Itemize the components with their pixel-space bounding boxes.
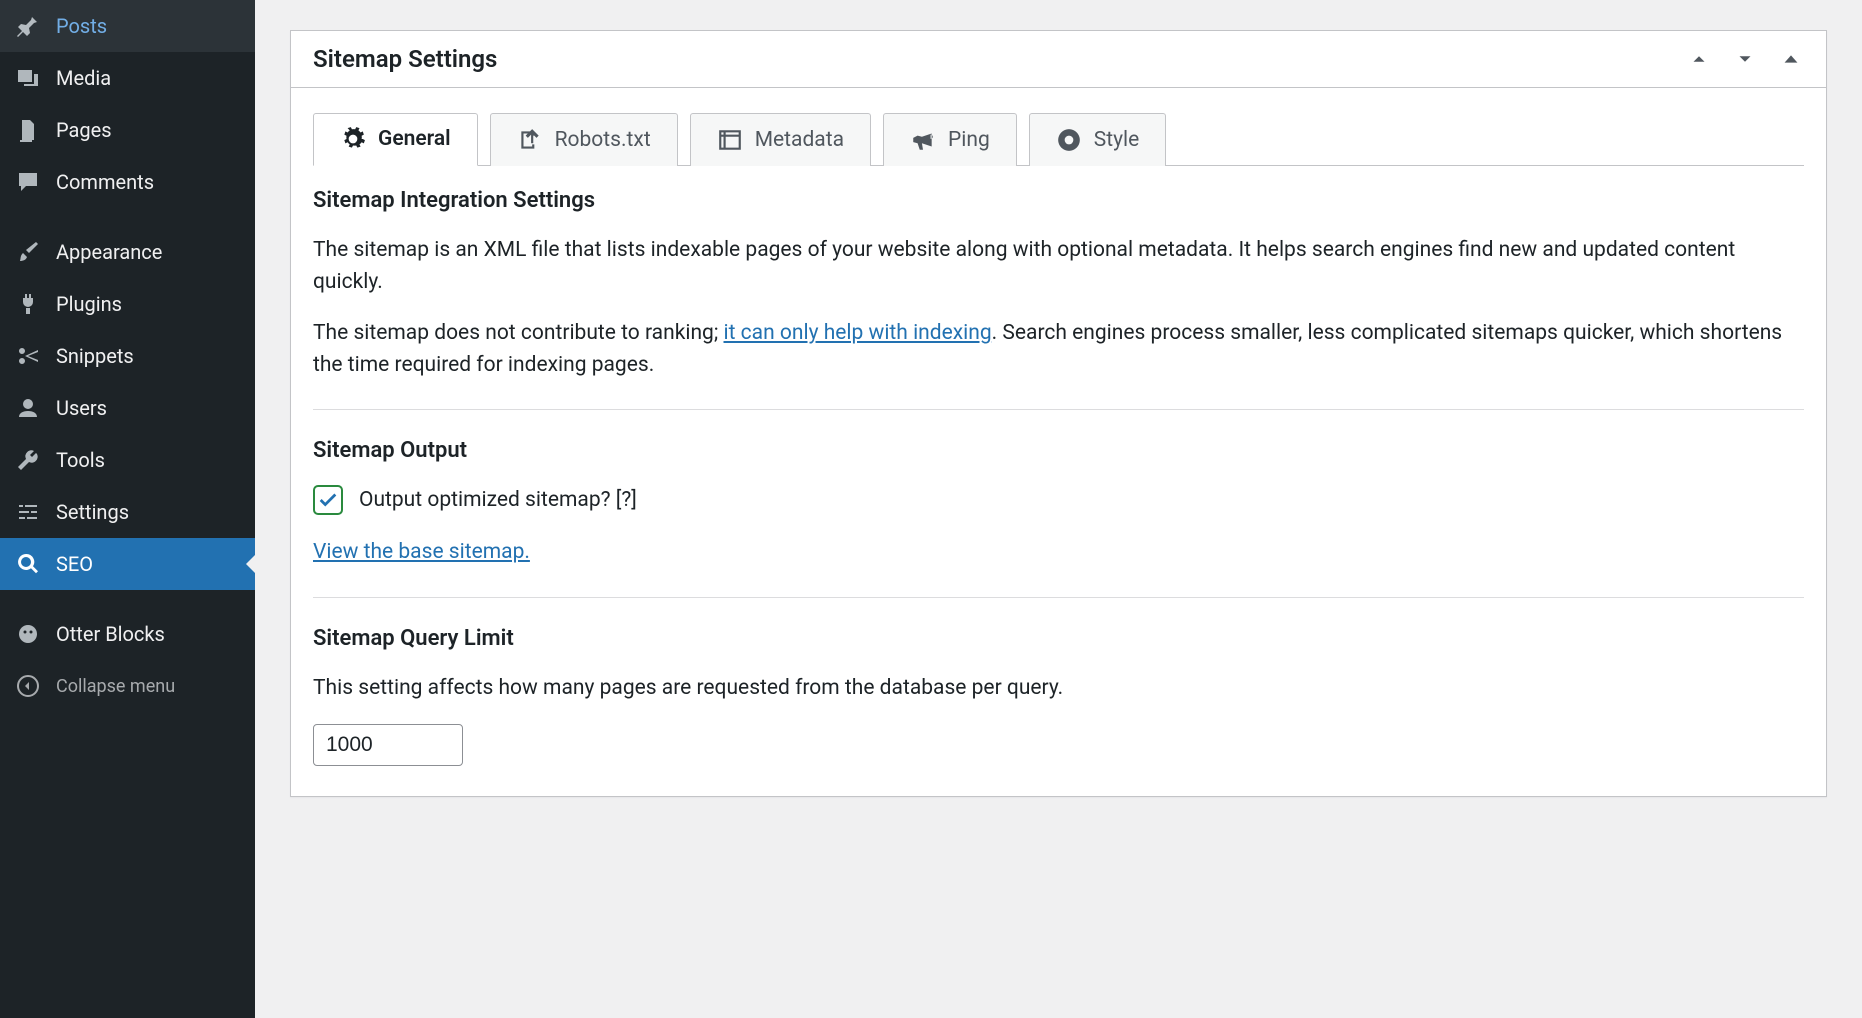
view-sitemap-link[interactable]: View the base sitemap. — [313, 540, 530, 564]
sitemap-settings-panel: Sitemap Settings General Robots.t — [290, 30, 1827, 797]
otter-icon — [14, 620, 42, 648]
check-icon — [317, 489, 339, 511]
menu-separator — [0, 208, 255, 226]
admin-sidebar: Posts Media Pages Comments Appearance — [0, 0, 255, 1018]
gear-icon — [340, 126, 366, 152]
scissors-icon — [14, 342, 42, 370]
sidebar-item-tools[interactable]: Tools — [0, 434, 255, 486]
sidebar-item-label: Otter Blocks — [56, 622, 165, 646]
sidebar-item-plugins[interactable]: Plugins — [0, 278, 255, 330]
section-divider — [313, 597, 1804, 598]
integration-para-1: The sitemap is an XML file that lists in… — [313, 235, 1804, 298]
sidebar-item-users[interactable]: Users — [0, 382, 255, 434]
indexing-help-link[interactable]: it can only help with indexing — [724, 321, 992, 345]
output-optimized-label: Output optimized sitemap? [?] — [359, 488, 637, 512]
tab-label: Style — [1094, 128, 1140, 152]
sidebar-item-seo[interactable]: SEO — [0, 538, 255, 590]
tab-label: Ping — [948, 128, 990, 152]
sidebar-item-snippets[interactable]: Snippets — [0, 330, 255, 382]
export-icon — [517, 127, 543, 153]
panel-prev-button[interactable] — [1686, 46, 1712, 72]
sidebar-item-comments[interactable]: Comments — [0, 156, 255, 208]
sidebar-item-label: Posts — [56, 14, 107, 38]
sidebar-collapse[interactable]: Collapse menu — [0, 660, 255, 712]
panel-next-button[interactable] — [1732, 46, 1758, 72]
plug-icon — [14, 290, 42, 318]
sidebar-item-label: Settings — [56, 500, 129, 524]
sidebar-item-media[interactable]: Media — [0, 52, 255, 104]
pin-icon — [14, 12, 42, 40]
section-divider — [313, 409, 1804, 410]
tab-style[interactable]: Style — [1029, 113, 1167, 166]
menu-separator — [0, 590, 255, 608]
tab-metadata[interactable]: Metadata — [690, 113, 871, 166]
sidebar-item-label: Comments — [56, 170, 154, 194]
media-icon — [14, 64, 42, 92]
sidebar-item-label: Appearance — [56, 240, 162, 264]
integration-para-2: The sitemap does not contribute to ranki… — [313, 318, 1804, 381]
sidebar-item-label: Snippets — [56, 344, 134, 368]
tab-label: Metadata — [755, 128, 844, 152]
user-icon — [14, 394, 42, 422]
sidebar-item-label: Tools — [56, 448, 105, 472]
panel-title: Sitemap Settings — [313, 45, 497, 73]
sidebar-item-label: Users — [56, 396, 107, 420]
tab-general[interactable]: General — [313, 113, 478, 166]
output-heading: Sitemap Output — [313, 438, 1804, 463]
style-icon — [1056, 127, 1082, 153]
wrench-icon — [14, 446, 42, 474]
collapse-icon — [14, 672, 42, 700]
sidebar-item-label: SEO — [56, 552, 93, 576]
panel-header: Sitemap Settings — [291, 31, 1826, 88]
query-limit-heading: Sitemap Query Limit — [313, 626, 1804, 651]
brush-icon — [14, 238, 42, 266]
sidebar-item-otter[interactable]: Otter Blocks — [0, 608, 255, 660]
integration-heading: Sitemap Integration Settings — [313, 188, 1804, 213]
query-limit-input[interactable] — [313, 724, 463, 766]
panel-body: General Robots.txt Metadata Ping — [291, 88, 1826, 796]
sidebar-item-label: Pages — [56, 118, 112, 142]
output-optimized-checkbox[interactable] — [313, 485, 343, 515]
sitemap-tabs: General Robots.txt Metadata Ping — [313, 112, 1804, 166]
sidebar-item-settings[interactable]: Settings — [0, 486, 255, 538]
sidebar-item-label: Media — [56, 66, 111, 90]
main-content: Sitemap Settings General Robots.t — [255, 0, 1862, 1018]
tab-label: Robots.txt — [555, 128, 651, 152]
sidebar-item-posts[interactable]: Posts — [0, 0, 255, 52]
sidebar-item-label: Plugins — [56, 292, 122, 316]
pages-icon — [14, 116, 42, 144]
integration-para-2-pre: The sitemap does not contribute to ranki… — [313, 321, 724, 345]
comment-icon — [14, 168, 42, 196]
metadata-icon — [717, 127, 743, 153]
sidebar-item-appearance[interactable]: Appearance — [0, 226, 255, 278]
sliders-icon — [14, 498, 42, 526]
sidebar-item-pages[interactable]: Pages — [0, 104, 255, 156]
tab-robots[interactable]: Robots.txt — [490, 113, 678, 166]
panel-controls — [1686, 46, 1804, 72]
sidebar-collapse-label: Collapse menu — [56, 676, 175, 697]
query-limit-description: This setting affects how many pages are … — [313, 673, 1804, 705]
tab-ping[interactable]: Ping — [883, 113, 1017, 166]
tab-label: General — [378, 127, 451, 151]
output-optimized-row: Output optimized sitemap? [?] — [313, 485, 1804, 515]
megaphone-icon — [910, 127, 936, 153]
panel-collapse-button[interactable] — [1778, 46, 1804, 72]
search-icon — [14, 550, 42, 578]
